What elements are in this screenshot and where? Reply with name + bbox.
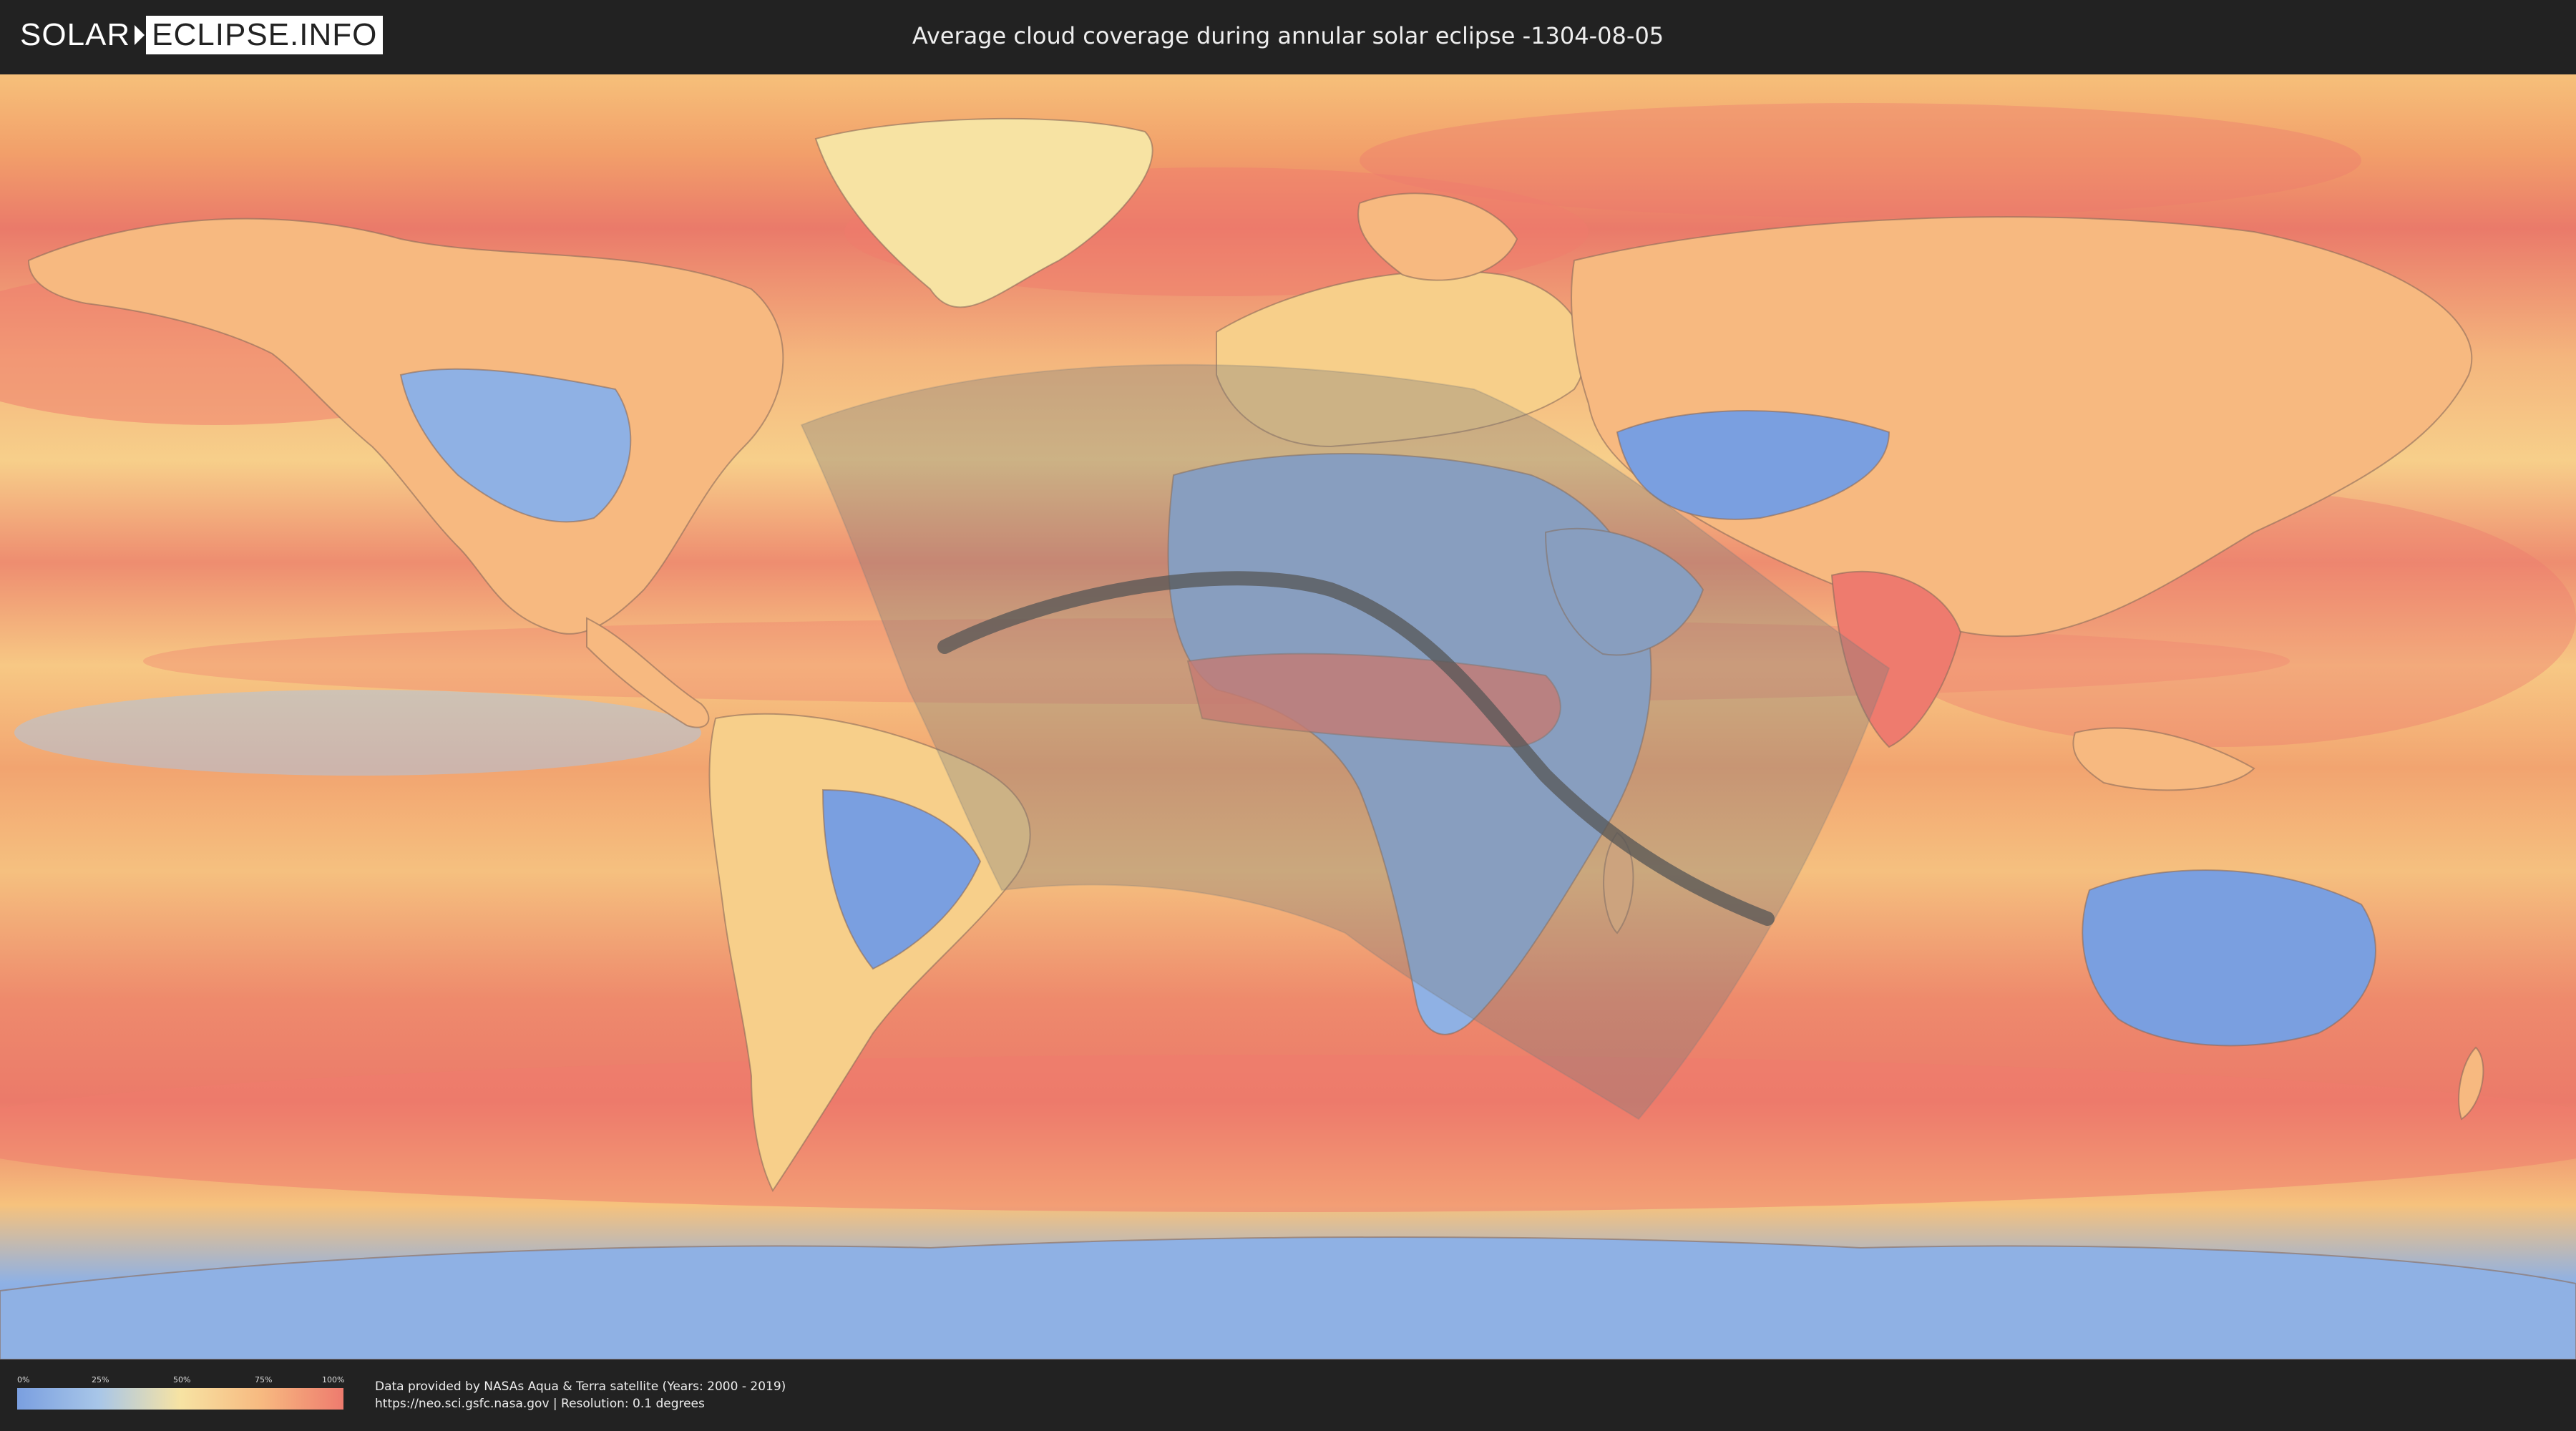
cloud-coverage-map <box>0 74 2576 1359</box>
cloud-band-southern-ocean <box>0 1055 2576 1212</box>
world-map-svg <box>0 103 2576 1359</box>
legend-tick-100: 100% <box>322 1375 345 1384</box>
screen: SOLAR ECLIPSE.INFO Average cloud coverag… <box>0 0 2576 1431</box>
legend-tick-25: 25% <box>92 1375 109 1384</box>
page-title: Average cloud coverage during annular so… <box>912 22 1664 49</box>
australia <box>2082 869 2376 1047</box>
legend-tick-75: 75% <box>255 1375 273 1384</box>
legend-tick-50: 50% <box>173 1375 191 1384</box>
credits-line-source: Data provided by NASAs Aqua & Terra sate… <box>375 1379 786 1394</box>
cloud-band-arctic <box>1360 103 2361 218</box>
cloud-coverage-legend: 0% 25% 50% 75% 100% <box>17 1375 345 1415</box>
clear-band-south-pacific <box>14 690 701 776</box>
credits-line-url[interactable]: https://neo.sci.gsfc.nasa.gov | Resoluti… <box>375 1395 786 1412</box>
header-bar: SOLAR ECLIPSE.INFO Average cloud coverag… <box>0 0 2576 72</box>
footer-bar: 0% 25% 50% 75% 100% Data provided by NAS… <box>0 1359 2576 1431</box>
legend-tick-0: 0% <box>17 1375 30 1384</box>
data-credits: Data provided by NASAs Aqua & Terra sate… <box>375 1378 786 1412</box>
legend-gradient-bar <box>17 1388 343 1410</box>
antarctica <box>0 1236 2576 1359</box>
north-america <box>27 218 784 635</box>
